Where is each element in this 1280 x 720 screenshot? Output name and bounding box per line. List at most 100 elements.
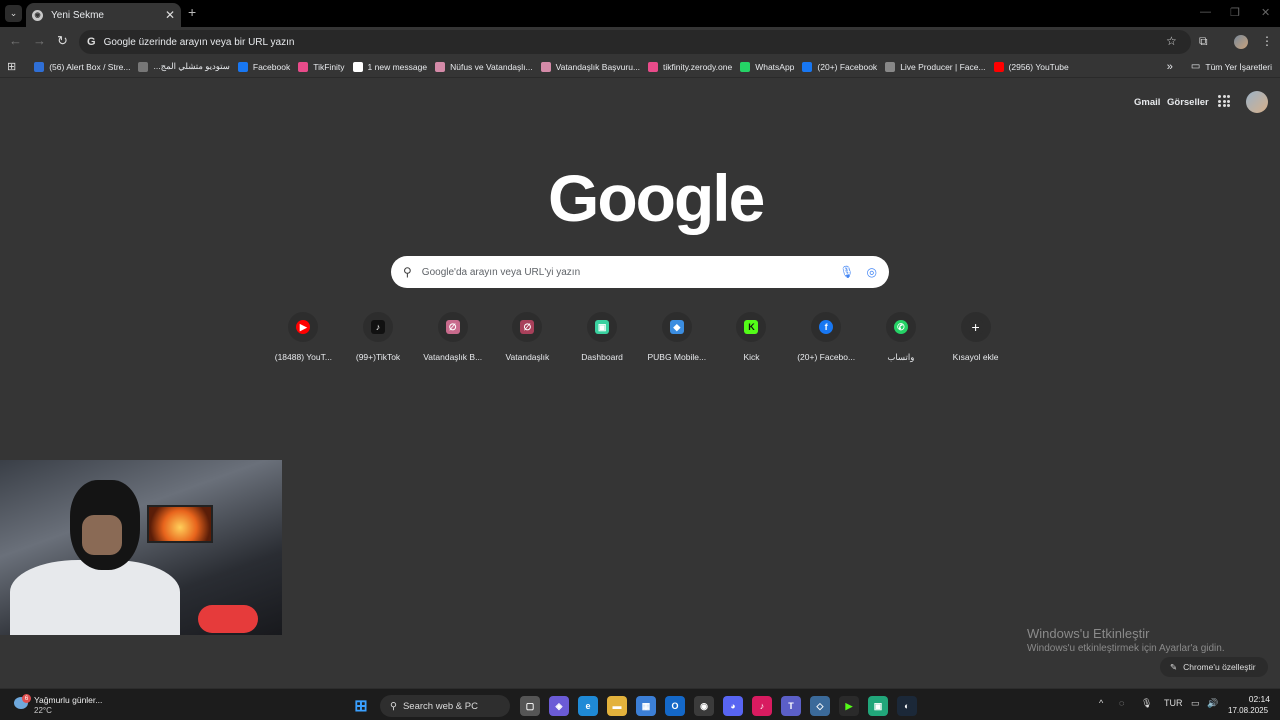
- restore-icon[interactable]: ❐: [1230, 6, 1240, 19]
- volume-icon[interactable]: 🔊: [1207, 698, 1218, 709]
- bookmark-item[interactable]: TikFinity: [294, 58, 348, 76]
- shortcut-label: Kısayol ekle: [952, 352, 999, 362]
- tray-overflow-icon[interactable]: ^: [1099, 698, 1103, 708]
- copilot-icon[interactable]: ◈: [549, 696, 569, 716]
- taskbar-search[interactable]: ⚲ Search web & PC: [380, 695, 510, 717]
- outlook-icon[interactable]: O: [665, 696, 685, 716]
- bookmark-item[interactable]: ...ستوديو متشلي المج: [134, 58, 233, 76]
- store-icon[interactable]: ▦: [636, 696, 656, 716]
- kick-studio-icon[interactable]: ▶: [839, 696, 859, 716]
- google-apps-icon[interactable]: [1218, 95, 1230, 107]
- tray-mic-icon[interactable]: 🎙: [1141, 698, 1152, 709]
- forward-icon[interactable]: →: [33, 33, 46, 48]
- shortcut-tile[interactable]: ▣ Dashboard: [565, 312, 640, 363]
- bookmark-item[interactable]: (2956) YouTube: [990, 58, 1073, 76]
- teams-icon[interactable]: T: [781, 696, 801, 716]
- browser-toolbar: ← → ↻ G Google üzerinde arayın veya bir …: [0, 27, 1280, 56]
- steam-icon[interactable]: ◐: [897, 696, 917, 716]
- shortcut-tile[interactable]: ◆ PUBG Mobile...: [639, 312, 714, 363]
- shortcut-tile[interactable]: K Kick: [714, 312, 789, 363]
- language-indicator[interactable]: TUR: [1164, 698, 1183, 708]
- address-bar[interactable]: G Google üzerinde arayın veya bir URL ya…: [79, 30, 1191, 54]
- back-icon[interactable]: ←: [9, 33, 22, 48]
- close-tab-icon[interactable]: ✕: [165, 8, 175, 22]
- whatsapp-icon: ✆: [893, 320, 908, 334]
- bookmark-item[interactable]: tikfinity.zerody.one: [644, 58, 736, 76]
- minimize-icon[interactable]: —: [1200, 6, 1211, 18]
- all-bookmarks-label: Tüm Yer İşaretleri: [1205, 61, 1272, 72]
- shortcut-tile[interactable]: ✆ واتساب: [864, 312, 939, 363]
- bookmarks-overflow-icon[interactable]: »: [1163, 58, 1177, 76]
- bookmark-label: (56) Alert Box / Stre...: [49, 61, 131, 72]
- bookmark-item[interactable]: Nüfus ve Vatandaşlı...: [431, 58, 537, 76]
- pubg-icon: ◆: [669, 320, 684, 334]
- shortcut-tile[interactable]: f (20+) Facebo...: [789, 312, 864, 363]
- discord-icon[interactable]: ◕: [723, 696, 743, 716]
- shortcut-tile[interactable]: ∅ Vatandaşlık B...: [415, 312, 490, 363]
- google-account-avatar[interactable]: [1246, 91, 1268, 113]
- tab-title: Yeni Sekme: [51, 9, 104, 21]
- weather-text[interactable]: Yağmurlu günler...: [34, 695, 102, 705]
- all-bookmarks-folder[interactable]: ▭ Tüm Yer İşaretleri: [1177, 58, 1280, 76]
- windows-start-icon[interactable]: ⊞: [351, 696, 371, 716]
- shortcut-icon-circle: +: [960, 312, 991, 342]
- network-icon[interactable]: ▭: [1191, 698, 1200, 709]
- gmail-link[interactable]: Gmail: [1134, 97, 1160, 108]
- tab-search-button[interactable]: ⌄: [5, 5, 22, 22]
- tikfinity-app-icon[interactable]: ▣: [868, 696, 888, 716]
- bookmark-item[interactable]: Live Producer | Face...: [881, 58, 989, 76]
- bookmark-item[interactable]: (20+) Facebook: [798, 58, 881, 76]
- tray-app-icon[interactable]: ◌: [1119, 698, 1124, 708]
- bookmark-item[interactable]: Facebook: [234, 58, 294, 76]
- bookmark-label: TikFinity: [313, 61, 345, 72]
- bookmark-item[interactable]: (56) Alert Box / Stre...: [30, 58, 134, 76]
- task-view-icon[interactable]: ▢: [520, 696, 540, 716]
- file-explorer-icon[interactable]: ▬: [607, 696, 627, 716]
- chrome-icon: ◉: [32, 9, 43, 21]
- shortcut-icon-circle: f: [811, 312, 842, 342]
- message-icon: [352, 61, 363, 72]
- bookmark-label: tikfinity.zerody.one: [663, 61, 733, 72]
- activation-watermark-title: Windows'u Etkinleştir: [1027, 626, 1150, 641]
- shortcut-icon-circle: ✆: [885, 312, 916, 342]
- bookmark-item[interactable]: WhatsApp: [736, 58, 798, 76]
- bookmark-label: ...ستوديو متشلي المج: [153, 61, 230, 71]
- edge-icon[interactable]: e: [578, 696, 598, 716]
- extensions-icon[interactable]: ⧉: [1199, 34, 1208, 49]
- chrome-taskbar-icon[interactable]: ◉: [694, 696, 714, 716]
- bookmark-star-icon[interactable]: ☆: [1166, 34, 1177, 48]
- feather-icon: [435, 61, 446, 72]
- profile-avatar[interactable]: [1234, 35, 1248, 49]
- google-search-box[interactable]: ⚲ 🎙 ◎: [391, 256, 889, 288]
- shortcut-label: (99+)TikTok: [355, 352, 401, 362]
- shortcut-tile[interactable]: ▶ (18488) YouT...: [266, 312, 341, 363]
- clock-date[interactable]: 17.08.2025: [1228, 706, 1268, 715]
- apps-grid-icon[interactable]: ⊞: [0, 58, 30, 76]
- shortcut-label: Kick: [743, 352, 760, 362]
- bookmark-icon: [34, 61, 45, 72]
- tab-new-tab[interactable]: ◉ Yeni Sekme ✕: [26, 3, 181, 27]
- bookmark-item[interactable]: Vatandaşlık Başvuru...: [537, 58, 644, 76]
- bookmark-item[interactable]: 1 new message: [349, 58, 432, 76]
- menu-icon[interactable]: ⋮: [1261, 34, 1273, 48]
- network-app-icon[interactable]: ◇: [810, 696, 830, 716]
- clock-time[interactable]: 02:14: [1244, 694, 1270, 704]
- facebook-icon: [802, 61, 813, 72]
- shortcut-tile[interactable]: ∅ Vatandaşlık: [490, 312, 565, 363]
- shortcut-icon-circle: ◆: [661, 312, 692, 342]
- shortcut-tile[interactable]: ♪ (99+)TikTok: [341, 312, 416, 363]
- bookmark-icon: [138, 61, 149, 72]
- feather-icon: ∅: [520, 320, 535, 334]
- window-close-icon[interactable]: ✕: [1261, 6, 1270, 19]
- microphone-icon[interactable]: 🎙: [839, 265, 854, 279]
- customize-chrome-button[interactable]: ✎ Chrome'u özelleştir: [1160, 657, 1268, 677]
- shortcut-tile[interactable]: + Kısayol ekle: [938, 312, 1013, 363]
- google-lens-icon[interactable]: ◎: [867, 265, 877, 279]
- reload-icon[interactable]: ↻: [57, 33, 68, 49]
- tiktok-studio-icon[interactable]: ♪: [752, 696, 772, 716]
- bookmark-label: (2956) YouTube: [1008, 61, 1069, 72]
- search-input[interactable]: [421, 266, 840, 278]
- bookmark-icon: [885, 61, 896, 72]
- images-link[interactable]: Görseller: [1167, 97, 1209, 108]
- new-tab-button[interactable]: +: [188, 4, 196, 20]
